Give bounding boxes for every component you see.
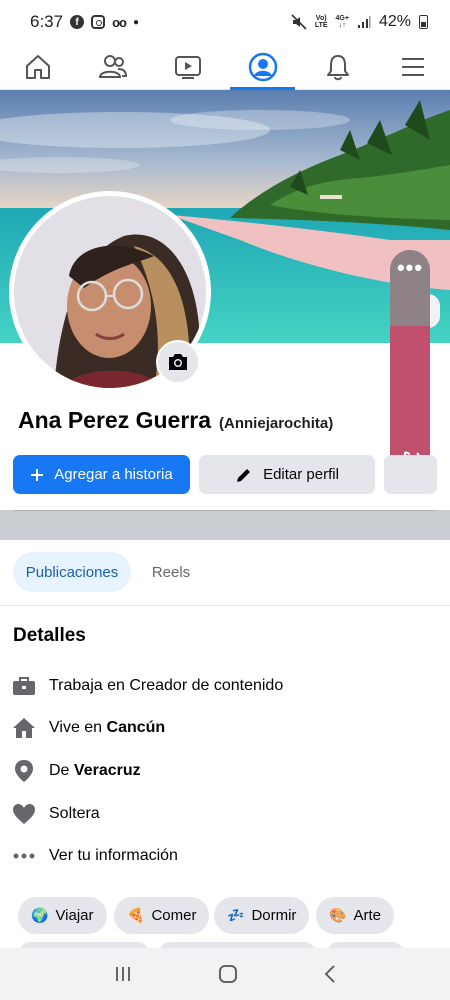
detail-work: Trabaja en Creador de contenido xyxy=(12,672,283,700)
add-story-label: Agregar a historia xyxy=(54,466,173,483)
detail-work-value: Creador de contenido xyxy=(129,677,284,694)
instagram-notification-icon xyxy=(91,15,106,29)
section-divider xyxy=(0,510,450,540)
detail-relationship: Soltera xyxy=(12,800,100,828)
top-nav-bar xyxy=(0,44,450,90)
status-left: 6:37 f oo ● xyxy=(30,12,139,32)
plus-icon xyxy=(31,468,44,481)
profile-name-row: Ana Perez Guerra (Anniejarochita) xyxy=(18,407,333,434)
4g-icon: 4G+ ↓↑ xyxy=(335,15,349,29)
recent-apps-icon[interactable] xyxy=(113,965,133,983)
sleep-icon: 💤 xyxy=(227,907,245,923)
detail-relationship-value: Soltera xyxy=(49,805,100,822)
hobby-label: Dormir xyxy=(251,907,297,924)
hamburger-menu-icon xyxy=(401,57,424,76)
system-navigation-bar xyxy=(0,948,450,1000)
voicemail-icon: oo xyxy=(112,14,127,30)
location-pin-icon xyxy=(12,759,36,783)
hobby-chip-dormir[interactable]: 💤 Dormir xyxy=(214,897,310,934)
detail-lives-prefix: Vive en xyxy=(49,719,107,736)
nav-menu[interactable] xyxy=(375,44,450,89)
hobby-label: Viajar xyxy=(55,907,94,924)
detail-lives-value[interactable]: Cancún xyxy=(107,719,166,737)
see-info-label: Ver tu información xyxy=(49,847,178,864)
hobby-label: Comer xyxy=(151,907,197,924)
more-notifications-dot-icon: ● xyxy=(132,16,140,28)
detail-lives: Vive en Cancún xyxy=(12,714,165,742)
home-icon xyxy=(25,54,50,79)
add-story-button[interactable]: Agregar a historia xyxy=(13,455,190,494)
bell-icon xyxy=(326,54,349,80)
pizza-icon: 🍕 xyxy=(127,907,145,923)
details-heading: Detalles xyxy=(13,625,86,646)
friends-icon xyxy=(98,54,127,78)
detail-from-prefix: De xyxy=(49,762,74,779)
watch-icon xyxy=(174,55,201,79)
hobby-chip-arte[interactable]: 🎨 Arte xyxy=(316,897,394,934)
profile-tabs: Publicaciones Reels xyxy=(0,552,450,606)
more-options-icon[interactable]: ••• xyxy=(390,257,430,279)
home-button-icon[interactable] xyxy=(218,964,238,984)
profile-icon xyxy=(248,52,277,81)
pencil-icon xyxy=(237,468,251,482)
tab-publicaciones[interactable]: Publicaciones xyxy=(13,552,131,592)
edit-profile-button[interactable]: Editar perfil xyxy=(199,455,375,494)
more-actions-button[interactable] xyxy=(384,455,437,494)
see-info-link[interactable]: Ver tu información xyxy=(12,842,178,870)
battery-icon xyxy=(419,15,428,29)
detail-from-value[interactable]: Veracruz xyxy=(74,762,141,780)
detail-work-prefix: Trabaja en xyxy=(49,677,130,694)
profile-name: Ana Perez Guerra xyxy=(18,407,212,433)
detail-from: De Veracruz xyxy=(12,757,141,785)
battery-percent: 42% xyxy=(378,13,411,30)
facebook-notification-icon: f xyxy=(70,15,85,29)
globe-icon: 🌍 xyxy=(31,907,49,923)
profile-username: (Anniejarochita) xyxy=(219,415,334,432)
status-right: Vo) LTE 4G+ ↓↑ 42% xyxy=(291,13,428,31)
house-icon xyxy=(12,716,36,740)
status-bar: 6:37 f oo ● Vo) LTE 4G+ ↓↑ 42% xyxy=(0,0,450,44)
nav-notifications[interactable] xyxy=(300,44,375,89)
edit-profile-label: Editar perfil xyxy=(263,466,339,483)
hobby-label: Arte xyxy=(353,907,381,924)
avatar-camera-button[interactable] xyxy=(156,340,200,384)
hobby-chip-viajar[interactable]: 🌍 Viajar xyxy=(18,897,107,934)
volume-slider[interactable]: ••• xyxy=(390,250,430,480)
heart-icon xyxy=(12,802,36,826)
nav-profile[interactable] xyxy=(225,44,300,90)
nav-watch[interactable] xyxy=(150,44,225,89)
volte-icon: Vo) LTE xyxy=(314,15,328,29)
signal-icon xyxy=(357,16,371,28)
tab-reels[interactable]: Reels xyxy=(140,552,202,592)
ellipsis-icon xyxy=(12,844,36,868)
briefcase-icon xyxy=(12,674,36,698)
nav-home[interactable] xyxy=(0,44,75,89)
back-icon[interactable] xyxy=(323,964,337,984)
hobby-chip-comer[interactable]: 🍕 Comer xyxy=(114,897,210,934)
palette-icon: 🎨 xyxy=(329,907,347,923)
camera-icon xyxy=(169,354,187,370)
mute-icon xyxy=(291,14,307,30)
nav-friends[interactable] xyxy=(75,44,150,89)
status-time: 6:37 xyxy=(30,12,64,31)
